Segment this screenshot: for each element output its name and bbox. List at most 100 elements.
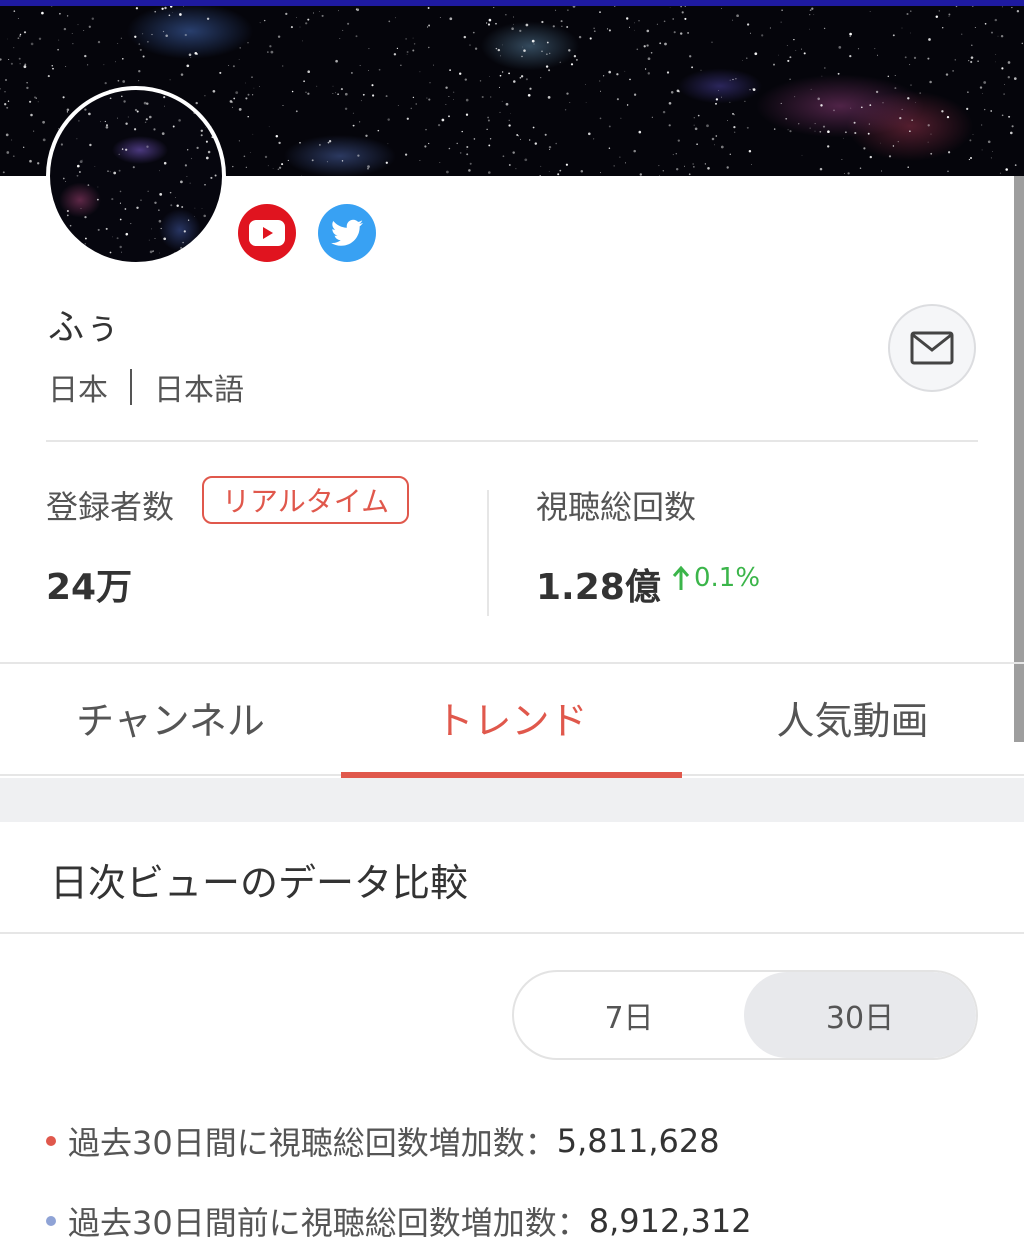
star — [72, 43, 74, 45]
scrollbar[interactable] — [1014, 176, 1024, 742]
star — [180, 73, 184, 76]
star — [907, 166, 909, 168]
star — [954, 59, 957, 61]
star — [692, 163, 694, 165]
star — [1004, 84, 1006, 85]
star — [495, 47, 498, 50]
star — [441, 118, 445, 122]
star — [633, 149, 636, 153]
tab-channel[interactable]: チャンネル — [0, 690, 341, 745]
star — [365, 134, 368, 137]
star — [548, 145, 552, 149]
star — [10, 62, 13, 65]
star — [84, 243, 87, 245]
star — [636, 48, 639, 51]
star — [91, 17, 95, 20]
star — [727, 120, 728, 121]
star — [466, 153, 469, 156]
star — [681, 11, 684, 14]
star — [338, 10, 339, 12]
star — [927, 124, 930, 127]
star — [1000, 34, 1004, 38]
star — [378, 68, 381, 71]
star — [691, 66, 694, 69]
star — [474, 47, 478, 50]
star — [97, 228, 100, 231]
star — [162, 30, 165, 33]
realtime-badge[interactable]: リアルタイム — [202, 476, 410, 524]
star — [4, 103, 7, 106]
star — [508, 124, 511, 127]
star — [919, 92, 922, 94]
star — [30, 113, 33, 117]
star — [819, 167, 823, 171]
star — [428, 142, 430, 145]
youtube-link[interactable] — [238, 204, 296, 262]
star — [259, 86, 260, 87]
tabs-top-divider — [0, 662, 1024, 664]
tab-trend[interactable]: トレンド — [341, 690, 682, 745]
range-toggle: 7日 30日 — [512, 970, 978, 1060]
star — [809, 9, 812, 12]
star — [927, 141, 929, 143]
star — [37, 162, 40, 165]
star — [180, 246, 183, 249]
star — [200, 134, 203, 137]
star — [201, 208, 203, 209]
range-option-7d[interactable]: 7日 — [514, 972, 744, 1058]
channel-meta: 日本 日本語 — [48, 365, 244, 409]
star — [195, 52, 199, 56]
star — [372, 94, 375, 97]
avatar-stars — [50, 90, 220, 260]
star — [489, 138, 492, 140]
range-option-30d[interactable]: 30日 — [744, 972, 976, 1058]
star — [69, 224, 72, 227]
mail-button[interactable] — [888, 304, 976, 392]
star — [0, 88, 1, 90]
star — [433, 64, 434, 66]
star — [697, 114, 700, 117]
star — [89, 143, 92, 147]
star — [809, 28, 810, 30]
star — [1002, 6, 1003, 8]
star — [472, 31, 475, 34]
star — [650, 52, 653, 54]
star — [827, 130, 830, 134]
star — [116, 237, 119, 240]
star — [693, 117, 695, 119]
star — [282, 105, 284, 106]
star — [332, 93, 334, 94]
star — [206, 251, 208, 252]
twitter-link[interactable] — [318, 204, 376, 262]
star — [773, 63, 775, 66]
tab-popular-videos[interactable]: 人気動画 — [682, 690, 1023, 745]
star — [120, 37, 123, 39]
star — [79, 241, 81, 243]
star — [193, 111, 196, 114]
star — [419, 71, 421, 73]
star — [945, 73, 949, 76]
star — [111, 198, 114, 201]
star — [942, 27, 944, 29]
star — [468, 169, 471, 172]
star — [165, 34, 168, 38]
star — [732, 78, 734, 81]
star — [569, 101, 571, 103]
star — [405, 153, 408, 156]
star — [809, 127, 811, 129]
star — [991, 31, 993, 34]
star — [285, 12, 288, 16]
star — [995, 54, 997, 55]
star — [620, 117, 622, 119]
star — [233, 97, 236, 100]
star — [332, 85, 334, 87]
star — [488, 18, 492, 22]
star — [37, 101, 39, 103]
star — [505, 14, 507, 16]
star — [589, 37, 592, 40]
star — [405, 38, 407, 40]
star — [235, 91, 239, 94]
star — [169, 191, 172, 194]
star — [746, 57, 748, 59]
star — [84, 108, 87, 111]
